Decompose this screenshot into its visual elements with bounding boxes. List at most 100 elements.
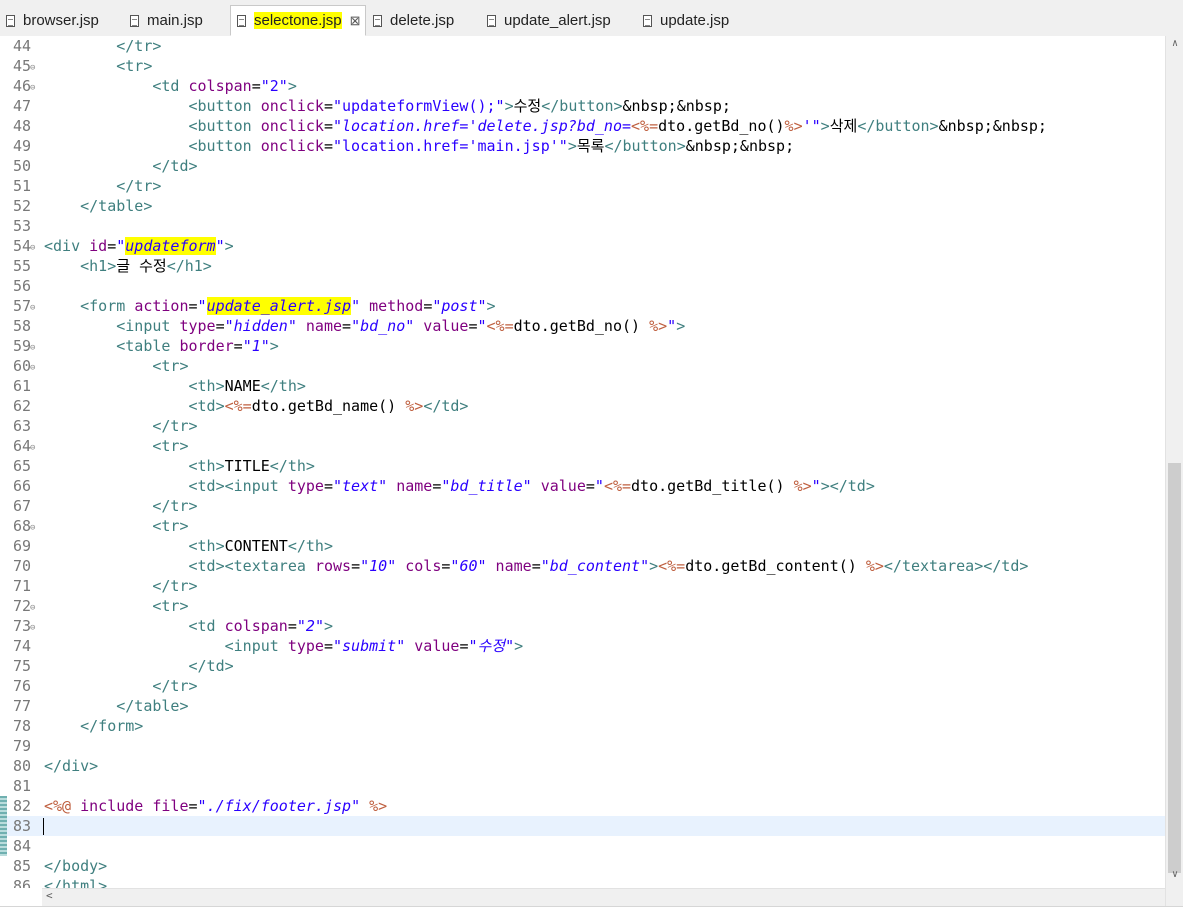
code-line[interactable]: 79 [0,736,1165,756]
code-line[interactable]: 48 <button onclick="location.href='delet… [0,116,1165,136]
fold-collapse-icon[interactable]: ⊖ [30,58,35,78]
code-line[interactable]: 72 ⊖ <tr> [0,596,1165,616]
fold-collapse-icon[interactable]: ⊖ [30,358,35,378]
tab-selectone-jsp[interactable]: selectone.jsp ⊠ [230,5,366,36]
code-text: <tr> [44,596,189,616]
scroll-up-arrow-icon[interactable]: ∧ [1166,38,1183,54]
code-token: dto.getBd_no() [513,317,650,335]
code-line[interactable]: 62 <td><%=dto.getBd_name() %></td> [0,396,1165,416]
line-number: 77 [13,697,32,715]
tab-main-jsp[interactable]: main.jsp [130,6,203,35]
code-line[interactable]: 68 ⊖ <tr> [0,516,1165,536]
code-line[interactable]: 59 ⊖ <table border="1"> [0,336,1165,356]
horizontal-scrollbar[interactable]: < [42,888,1165,906]
code-line[interactable]: 57 ⊖ <form action="update_alert.jsp" meth… [0,296,1165,316]
code-line[interactable]: 51 </tr> [0,176,1165,196]
code-line[interactable]: 78 </form> [0,716,1165,736]
code-token: colspan [224,617,288,635]
code-line[interactable]: 60 ⊖ <tr> [0,356,1165,376]
code-line[interactable]: 83 [0,816,1165,836]
code-token: &nbsp;&nbsp; [685,137,795,155]
fold-collapse-icon[interactable]: ⊖ [30,298,35,318]
line-number: 78 [13,717,32,735]
scroll-left-arrow-icon[interactable]: < [46,889,53,902]
code-line[interactable]: 75 </td> [0,656,1165,676]
code-token: " [351,317,361,335]
code-line[interactable]: 84 [0,836,1165,856]
code-line[interactable]: 47 <button onclick="updateformView();">수… [0,96,1165,116]
tab-update-jsp[interactable]: update.jsp [643,6,729,35]
code-line[interactable]: 61 <th>NAME</th> [0,376,1165,396]
line-number: 55 [13,257,32,275]
file-icon [643,14,652,27]
code-token: </textarea></td> [883,557,1029,575]
code-line[interactable]: 70 <td><textarea rows="10" cols="60" nam… [0,556,1165,576]
fold-collapse-icon[interactable]: ⊖ [30,338,35,358]
code-line[interactable]: 49 <button onclick="location.href='main.… [0,136,1165,156]
code-line[interactable]: 81 [0,776,1165,796]
code-line[interactable]: 46 ⊖ <td colspan="2"> [0,76,1165,96]
code-token: <tr> [44,597,189,615]
fold-collapse-icon[interactable]: ⊖ [30,78,35,98]
fold-collapse-icon[interactable]: ⊖ [30,598,35,618]
code-token: " [333,477,343,495]
code-line[interactable]: 55 <h1>글 수정</h1> [0,256,1165,276]
fold-collapse-icon[interactable]: ⊖ [30,438,35,458]
code-line[interactable]: 67 </tr> [0,496,1165,516]
code-token: bd_title [450,477,523,495]
code-token: " [405,317,415,335]
scroll-down-arrow-icon[interactable]: ∨ [1166,869,1183,885]
change-marker [0,796,7,816]
code-line[interactable]: 85 </body> [0,856,1165,876]
code-line[interactable]: 80 </div> [0,756,1165,776]
vertical-scrollbar[interactable]: ∧ ∨ [1165,36,1183,913]
tab-label: main.jsp [147,12,203,29]
code-token: = [188,297,198,315]
code-token: " [116,237,126,255]
code-line[interactable]: 65 <th>TITLE</th> [0,456,1165,476]
tab-delete-jsp[interactable]: delete.jsp [373,6,454,35]
code-line[interactable]: 77 </table> [0,696,1165,716]
code-token: = [468,317,478,335]
code-token: 2 [305,617,315,635]
fold-collapse-icon[interactable]: ⊖ [30,618,35,638]
code-editor[interactable]: 44 </tr> 45 ⊖ <tr> 46 ⊖ <td colspan="2"> 47 <… [0,36,1165,888]
code-line[interactable]: 82 <%@ include file="./fix/footer.jsp" %> [0,796,1165,816]
code-token: <td> [44,397,225,415]
tab-update-alert-jsp[interactable]: update_alert.jsp [487,6,611,35]
code-line[interactable]: 76 </tr> [0,676,1165,696]
file-icon [130,14,139,27]
code-line[interactable]: 44 </tr> [0,36,1165,56]
code-line[interactable]: 64 ⊖ <tr> [0,436,1165,456]
scrollbar-thumb[interactable] [1168,463,1181,873]
code-token: dto.getBd_content() [685,557,866,575]
code-line[interactable]: 52 </table> [0,196,1165,216]
code-line[interactable]: 54 ⊖ <div id="updateform"> [0,236,1165,256]
code-line[interactable]: 86 </html> [0,876,1165,888]
code-token: " [811,117,821,135]
code-token: text [342,477,379,495]
code-text: <form action="update_alert.jsp" method="… [44,296,496,316]
code-line[interactable]: 63 </tr> [0,416,1165,436]
code-token: "location.href='main.jsp'" [333,137,568,155]
fold-collapse-icon[interactable]: ⊖ [30,518,35,538]
code-line[interactable]: 56 [0,276,1165,296]
code-line[interactable]: 74 <input type="submit" value="수정"> [0,636,1165,656]
code-line[interactable]: 50 </td> [0,156,1165,176]
code-token: = [342,317,352,335]
code-line[interactable]: 58 <input type="hidden" name="bd_no" val… [0,316,1165,336]
code-line[interactable]: 53 [0,216,1165,236]
tab-browser-jsp[interactable]: browser.jsp [6,6,99,35]
code-line[interactable]: 66 <td><input type="text" name="bd_title… [0,476,1165,496]
code-token: <table [44,337,180,355]
code-token: type [179,317,216,335]
code-line[interactable]: 69 <th>CONTENT</th> [0,536,1165,556]
fold-collapse-icon[interactable]: ⊖ [30,238,35,258]
code-token: bd_no [360,317,406,335]
close-icon[interactable]: ⊠ [350,13,361,29]
code-line[interactable]: 71 </tr> [0,576,1165,596]
code-line[interactable]: 45 ⊖ <tr> [0,56,1165,76]
code-text: <td><%=dto.getBd_name() %></td> [44,396,468,416]
code-line[interactable]: 73 ⊖ <td colspan="2"> [0,616,1165,636]
code-token: cols [396,557,442,575]
